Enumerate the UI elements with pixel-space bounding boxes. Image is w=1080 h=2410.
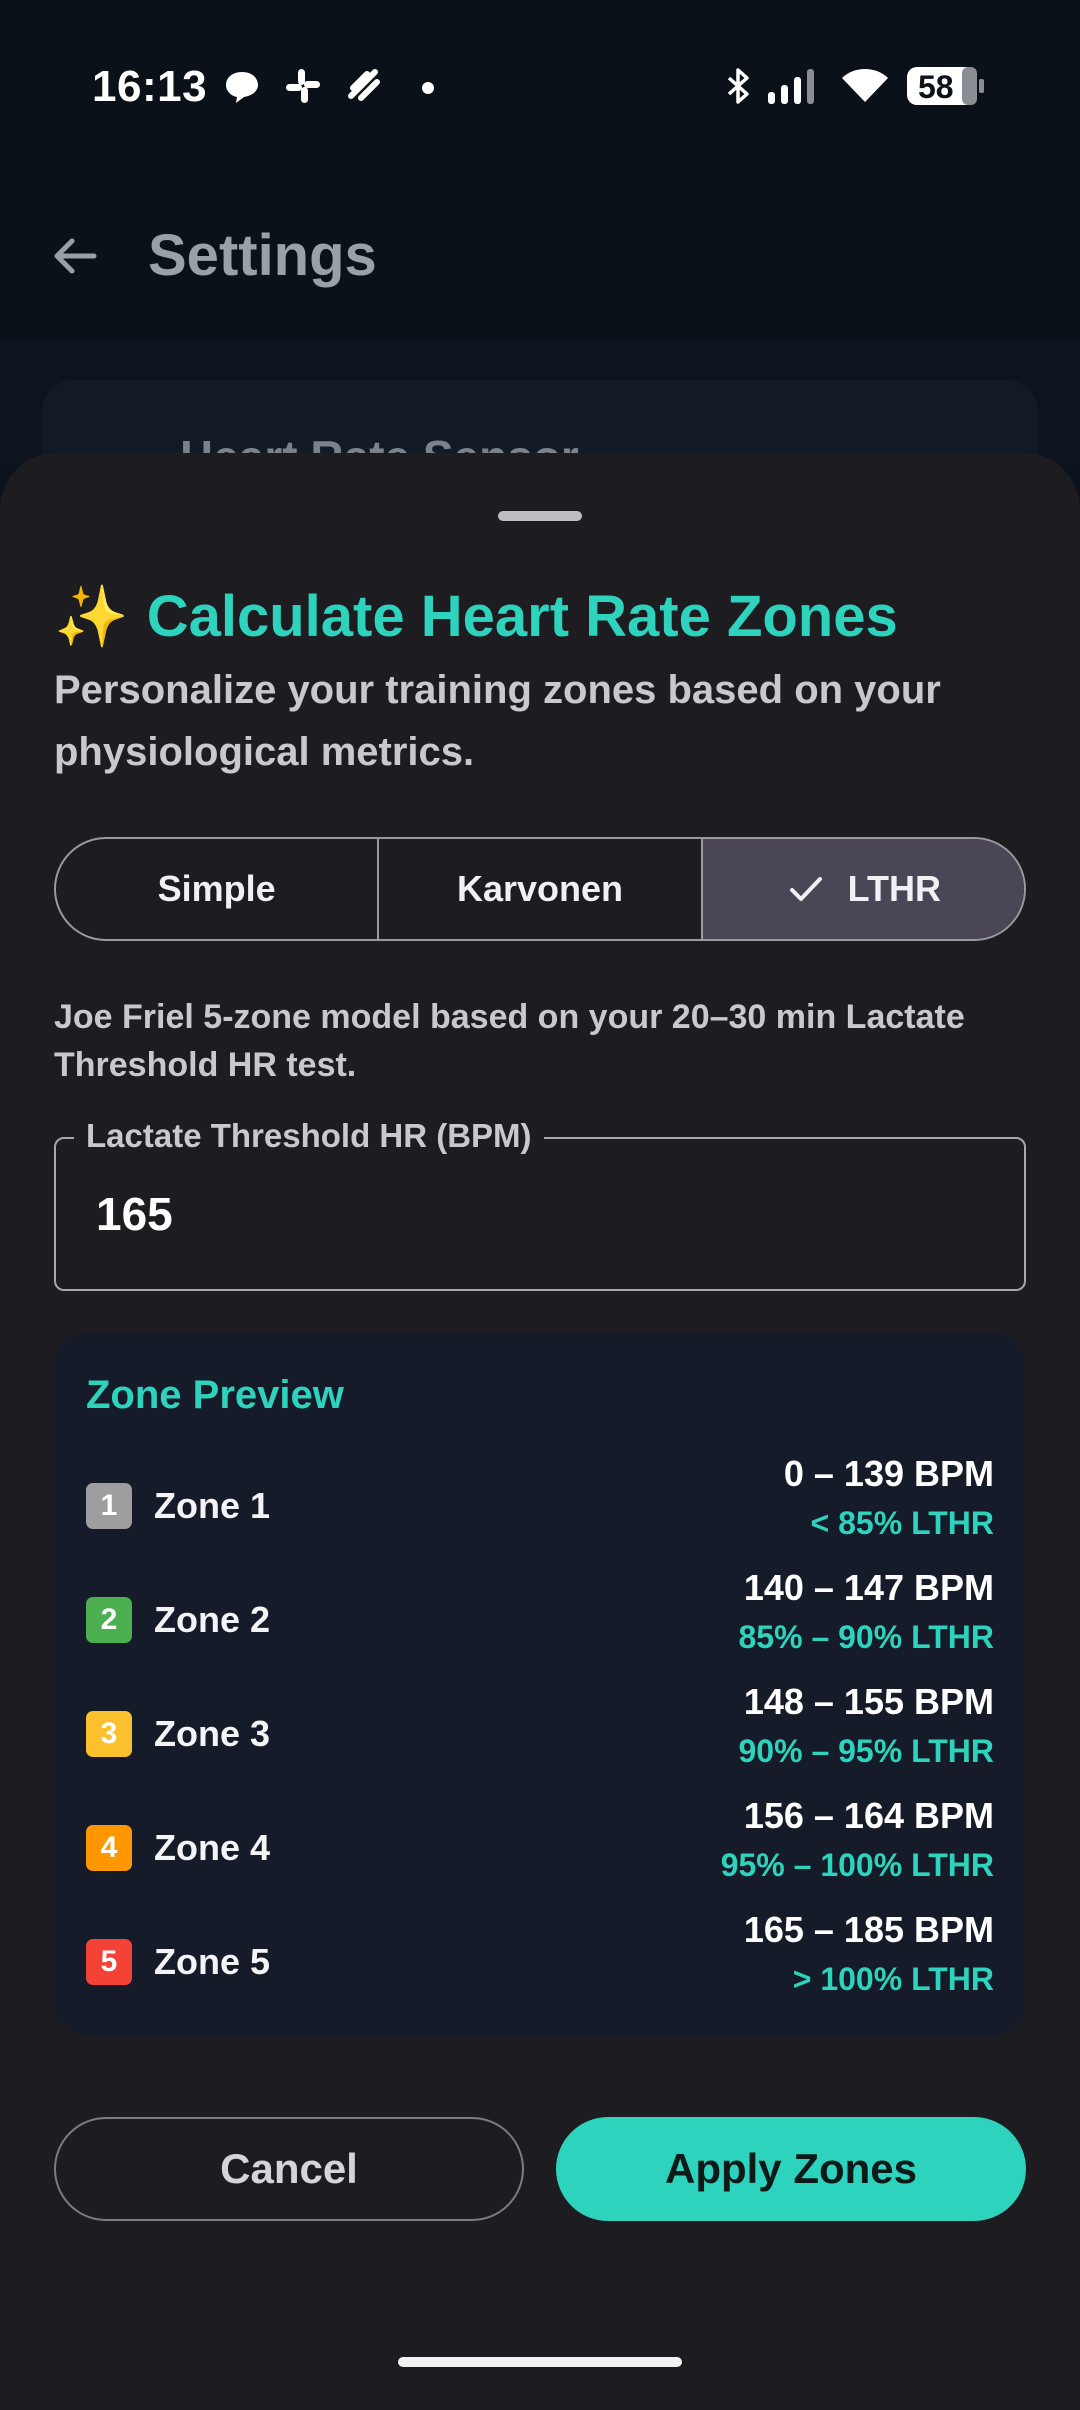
method-lthr-button[interactable]: LTHR xyxy=(702,839,1024,939)
zone-percent-range: > 100% LTHR xyxy=(792,1961,994,1997)
chat-bubble-icon xyxy=(226,72,258,103)
zone-name: Zone 5 xyxy=(154,1941,271,1982)
background-content: Heart Rate Sensor xyxy=(0,340,1080,580)
apply-zones-button-label: Apply Zones xyxy=(664,2145,918,2192)
lthr-input[interactable]: Lactate Threshold HR (BPM) 165 xyxy=(54,1117,1026,1291)
zone-badge: 3 xyxy=(86,1711,132,1757)
method-simple-button[interactable]: Simple xyxy=(56,839,380,939)
zone-badge: 2 xyxy=(86,1597,132,1643)
sparkles-icon: ✨ xyxy=(54,582,129,650)
zone-name: Zone 3 xyxy=(154,1713,271,1754)
drag-handle[interactable] xyxy=(498,511,582,521)
zone-bpm-range: 148 – 155 BPM xyxy=(743,1681,994,1722)
slack-icon xyxy=(286,69,320,103)
lthr-input-label: Lactate Threshold HR (BPM) xyxy=(74,1117,544,1155)
zone-percent-range: 95% – 100% LTHR xyxy=(720,1847,994,1883)
zone-percent-range: 85% – 90% LTHR xyxy=(738,1619,995,1655)
zone-preview-card: Zone Preview 1 Zone 1 0 – 139 BPM < 85% … xyxy=(54,1333,1026,2035)
zone-bpm-range: 165 – 185 BPM xyxy=(743,1909,994,1950)
zone-bpm-range: 140 – 147 BPM xyxy=(743,1567,994,1608)
lthr-input-value[interactable]: 165 xyxy=(96,1187,173,1241)
signal-icon xyxy=(768,69,814,104)
method-label: Karvonen xyxy=(456,868,624,909)
zone-badge: 1 xyxy=(86,1483,132,1529)
sheet-title: Calculate Heart Rate Zones xyxy=(146,584,898,649)
back-arrow-icon[interactable] xyxy=(50,231,100,281)
apply-zones-button[interactable]: Apply Zones xyxy=(556,2117,1026,2221)
status-time: 16:13 xyxy=(92,62,208,111)
battery-level: 58 xyxy=(918,69,954,105)
zone-preview-title: Zone Preview xyxy=(86,1373,344,1417)
status-bar: 16:13 58 xyxy=(0,0,1080,170)
zone-row: 2 Zone 2 140 – 147 BPM 85% – 90% LTHR xyxy=(86,1567,994,1667)
method-selector: Simple Karvonen LTHR xyxy=(54,837,1026,941)
zone-badge: 4 xyxy=(86,1825,132,1871)
zone-percent-range: < 85% LTHR xyxy=(810,1505,994,1541)
battery-icon: 58 xyxy=(906,66,986,106)
method-description: Joe Friel 5-zone model based on your 20–… xyxy=(54,998,965,1084)
cancel-button[interactable]: Cancel xyxy=(54,2117,524,2221)
dot-icon xyxy=(422,82,434,94)
zone-row: 3 Zone 3 148 – 155 BPM 90% – 95% LTHR xyxy=(86,1681,994,1781)
zone-row: 1 Zone 1 0 – 139 BPM < 85% LTHR xyxy=(86,1453,994,1553)
zone-percent-range: 90% – 95% LTHR xyxy=(738,1733,995,1769)
zone-bpm-range: 156 – 164 BPM xyxy=(743,1795,994,1836)
sheet-title-row: ✨ Calculate Heart Rate Zones xyxy=(54,583,898,650)
bottom-sheet: ✨ Calculate Heart Rate Zones Personalize… xyxy=(0,453,1080,2410)
notification-icon xyxy=(348,69,380,101)
zone-name: Zone 2 xyxy=(154,1599,271,1640)
bluetooth-icon xyxy=(727,68,749,104)
cancel-button-label: Cancel xyxy=(220,2145,358,2192)
page-title: Settings xyxy=(148,223,377,288)
app-bar: Settings xyxy=(0,170,1080,340)
zone-row: 5 Zone 5 165 – 185 BPM > 100% LTHR xyxy=(86,1909,994,2009)
sheet-subtitle: Personalize your training zones based on… xyxy=(54,668,941,774)
zone-row: 4 Zone 4 156 – 164 BPM 95% – 100% LTHR xyxy=(86,1795,994,1895)
method-label: LTHR xyxy=(847,868,941,909)
wifi-icon xyxy=(842,69,888,102)
zone-badge: 5 xyxy=(86,1939,132,1985)
method-karvonen-button[interactable]: Karvonen xyxy=(379,839,703,939)
zone-bpm-range: 0 – 139 BPM xyxy=(783,1453,994,1494)
gesture-bar[interactable] xyxy=(398,2357,682,2367)
zone-name: Zone 4 xyxy=(154,1827,271,1868)
check-icon xyxy=(789,877,822,901)
zone-name: Zone 1 xyxy=(154,1485,271,1526)
method-label: Simple xyxy=(157,868,276,909)
